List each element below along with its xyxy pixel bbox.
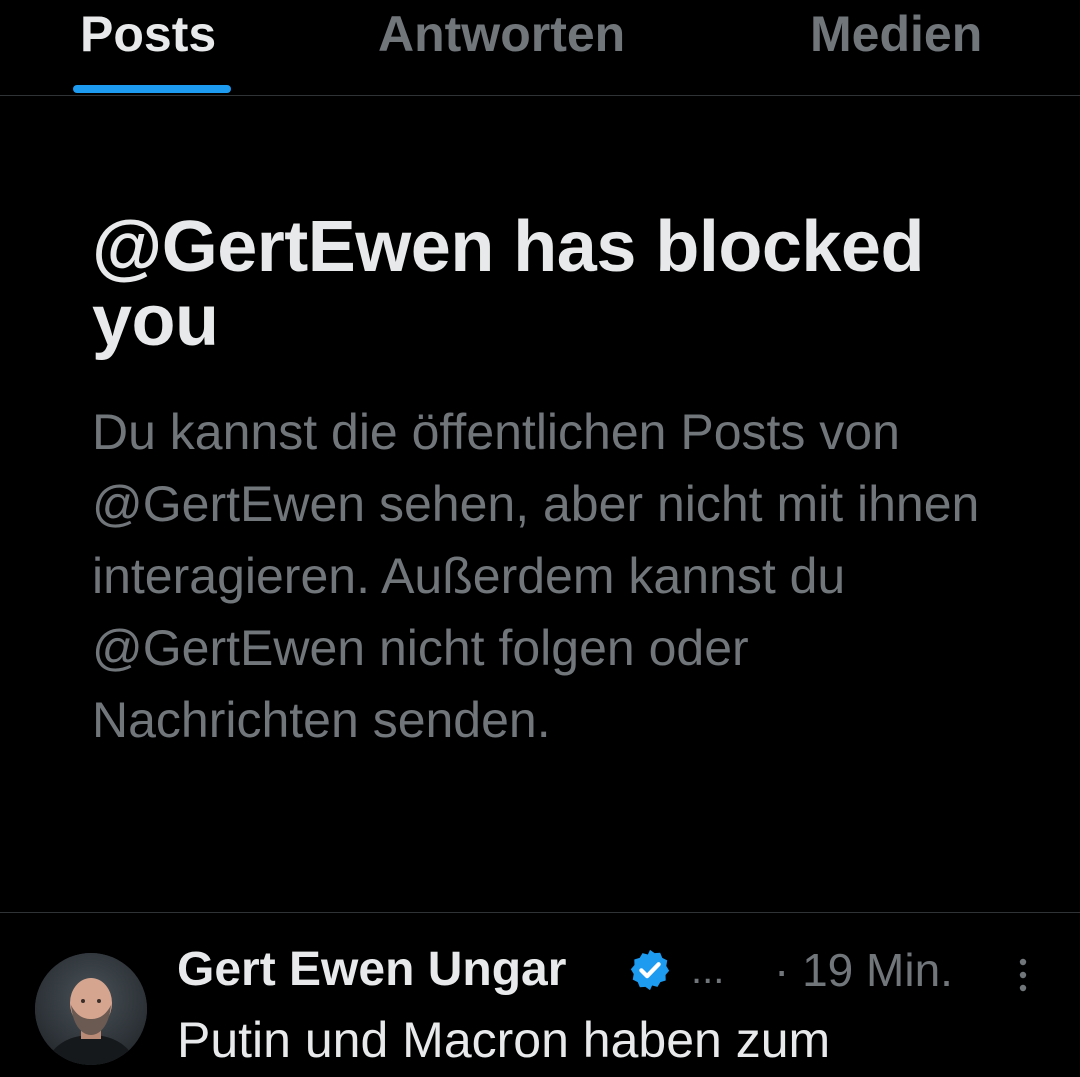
active-tab-indicator [73,85,231,93]
post-preview[interactable]: Gert Ewen Ungar ... · 19 Min. Putin und … [0,913,1080,1077]
post-header: Gert Ewen Ungar ... · 19 Min. [177,941,1057,999]
blocked-notice: @GertEwen has blocked you Du kannst die … [92,210,992,756]
blocked-title: @GertEwen has blocked you [92,207,924,361]
tab-replies[interactable]: Antworten [310,0,710,95]
author-name[interactable]: Gert Ewen Ungar [177,941,566,999]
verified-badge-icon [630,949,670,991]
tab-posts-label: Posts [80,6,217,62]
profile-tab-bar: Posts Antworten Medien [0,0,1080,96]
more-vertical-icon[interactable] [1013,955,1033,995]
tab-media[interactable]: Medien [710,0,1080,95]
blocked-description: Du kannst die öffentlichen Posts von @Ge… [92,404,980,748]
tab-replies-label: Antworten [378,6,626,62]
avatar[interactable] [35,953,147,1065]
post-timestamp[interactable]: · 19 Min. [774,941,953,999]
tab-media-label: Medien [810,6,983,62]
handle-truncated: ... [691,948,725,992]
tab-posts[interactable]: Posts [0,0,310,95]
post-text: Putin und Macron haben zum [177,1012,831,1068]
